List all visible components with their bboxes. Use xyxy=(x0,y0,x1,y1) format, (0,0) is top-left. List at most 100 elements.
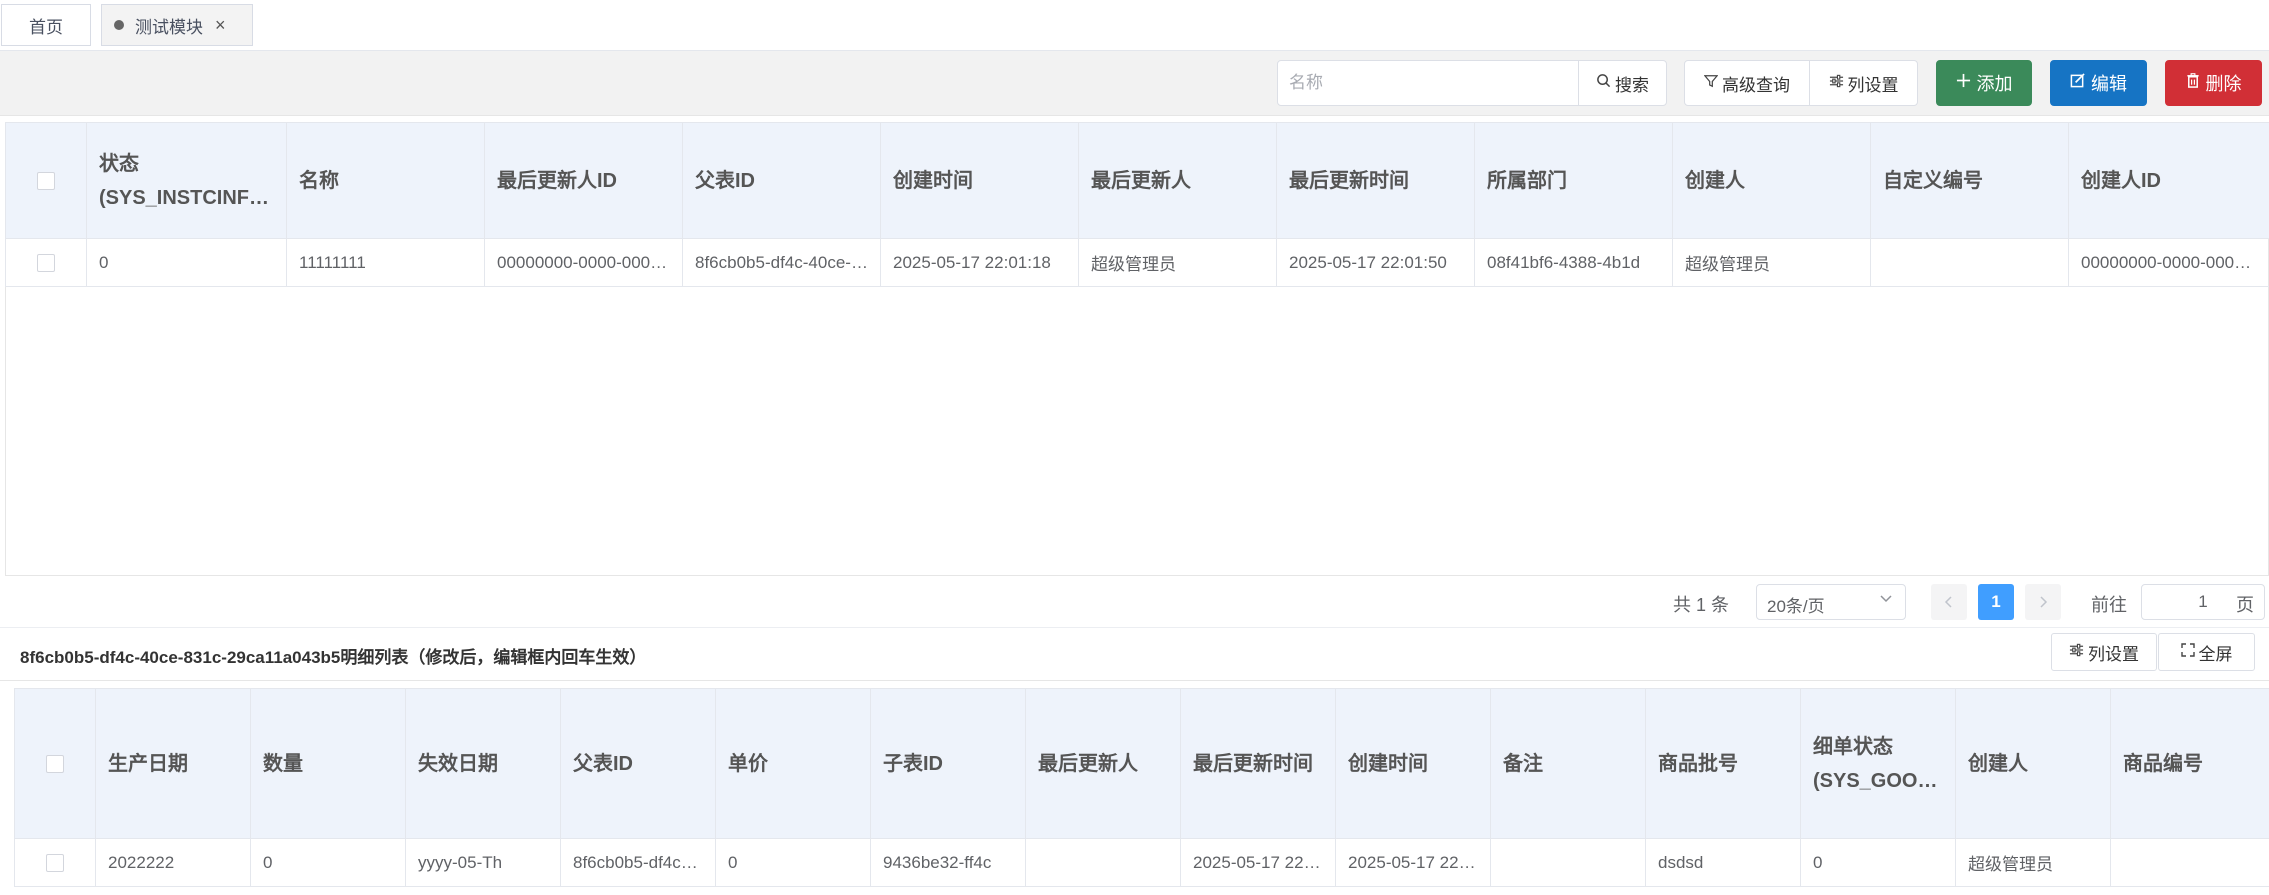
chevron-down-icon xyxy=(1879,591,1893,610)
detail-select-all-checkbox[interactable] xyxy=(46,755,64,774)
row-checkbox-cell[interactable] xyxy=(5,238,87,287)
edit-icon xyxy=(2070,73,2085,93)
page-number-button[interactable]: 1 xyxy=(1978,584,2014,620)
column-header[interactable]: 创建时间 xyxy=(1335,688,1491,839)
prev-page-button[interactable] xyxy=(1931,584,1967,620)
column-header[interactable]: 所属部门 xyxy=(1474,122,1673,239)
goto-label: 前往 xyxy=(2091,595,2127,615)
advanced-query-label: 高级查询 xyxy=(1722,75,1790,95)
table-cell[interactable]: dsdsd xyxy=(1645,838,1801,887)
table-cell[interactable]: 超级管理员 xyxy=(1955,838,2111,887)
column-header[interactable]: 子表ID xyxy=(870,688,1026,839)
column-header[interactable]: 自定义编号 xyxy=(1870,122,2069,239)
table-cell[interactable]: yyyy-05-Th xyxy=(405,838,561,887)
column-header[interactable]: 父表ID xyxy=(682,122,881,239)
column-header[interactable]: 最后更新时间 xyxy=(1180,688,1336,839)
close-icon[interactable]: × xyxy=(215,15,226,36)
row-checkbox[interactable] xyxy=(37,254,55,273)
fullscreen-label: 全屏 xyxy=(2198,644,2233,664)
table-cell[interactable]: 2022222 xyxy=(95,838,251,887)
edit-button-label: 编辑 xyxy=(2091,74,2127,94)
table-cell[interactable]: 0 xyxy=(715,838,871,887)
column-settings-button[interactable]: 列设置 xyxy=(1809,60,1918,106)
search-button[interactable]: 搜索 xyxy=(1578,60,1667,106)
column-header[interactable]: 商品编号 xyxy=(2110,688,2269,839)
tab-test-module-label: 测试模块 xyxy=(135,17,203,37)
delete-button[interactable]: 删除 xyxy=(2165,60,2262,106)
select-all-checkbox[interactable] xyxy=(37,172,55,191)
column-header[interactable]: 最后更新时间 xyxy=(1276,122,1475,239)
table-cell[interactable]: 0 xyxy=(250,838,406,887)
filter-icon xyxy=(1703,74,1719,93)
detail-table-header-row: 生产日期 数量 失效日期 父表ID 单价 子表ID 最后更新人 最后更新时间 创… xyxy=(14,688,2269,839)
table-row[interactable]: 0 11111111 00000000-0000-0000-0000-00000… xyxy=(5,238,2269,287)
table-cell: 超级管理员 xyxy=(1672,238,1871,287)
table-cell xyxy=(1870,238,2069,287)
detail-column-settings-button[interactable]: 列设置 xyxy=(2051,633,2157,671)
table-cell: 2025-05-17 22:01:18 xyxy=(880,238,1079,287)
delete-button-label: 删除 xyxy=(2205,74,2242,94)
column-header[interactable]: 最后更新人 xyxy=(1078,122,1277,239)
column-header[interactable]: 创建时间 xyxy=(880,122,1079,239)
column-header[interactable]: 单价 xyxy=(715,688,871,839)
plus-icon xyxy=(1956,73,1971,93)
table-cell[interactable]: 2025-05-17 22:01:18 xyxy=(1335,838,1491,887)
column-header[interactable]: 细单状态(SYS_GOODSARRIVESTATUS) xyxy=(1800,688,1956,839)
table-cell[interactable]: 9436be32-ff4c xyxy=(870,838,1026,887)
column-header[interactable]: 创建人 xyxy=(1672,122,1871,239)
tab-test-module[interactable]: 测试模块 × xyxy=(101,4,253,46)
fullscreen-button[interactable]: 全屏 xyxy=(2158,633,2255,671)
add-button-label: 添加 xyxy=(1976,74,2013,94)
table-cell: 00000000-0000-0000-0000-000000000000 xyxy=(2068,238,2269,287)
column-settings-label: 列设置 xyxy=(1847,75,1899,95)
main-table: 状态(SYS_INSTCINFORMSTATUS) 名称 最后更新人ID 父表I… xyxy=(5,122,2269,287)
column-header[interactable]: 数量 xyxy=(250,688,406,839)
table-cell: 08f41bf6-4388-4b1d xyxy=(1474,238,1673,287)
table-cell[interactable] xyxy=(1490,838,1646,887)
next-page-button[interactable] xyxy=(2025,584,2061,620)
column-header[interactable]: 创建人 xyxy=(1955,688,2111,839)
column-header[interactable]: 商品批号 xyxy=(1645,688,1801,839)
row-checkbox-cell[interactable] xyxy=(14,838,96,887)
table-cell[interactable] xyxy=(2110,838,2269,887)
advanced-query-button[interactable]: 高级查询 xyxy=(1684,60,1810,106)
table-cell[interactable]: 0 xyxy=(1800,838,1956,887)
add-button[interactable]: 添加 xyxy=(1936,60,2032,106)
column-header[interactable]: 状态(SYS_INSTCINFORMSTATUS) xyxy=(86,122,287,239)
detail-table: 生产日期 数量 失效日期 父表ID 单价 子表ID 最后更新人 最后更新时间 创… xyxy=(14,688,2269,887)
tab-home-label: 首页 xyxy=(29,17,63,37)
chevron-right-icon xyxy=(2037,592,2049,613)
table-cell: 超级管理员 xyxy=(1078,238,1277,287)
select-all-checkbox-cell[interactable] xyxy=(5,122,87,239)
table-cell[interactable]: 2025-05-17 22:01:50 xyxy=(1180,838,1336,887)
trash-icon xyxy=(2186,73,2200,93)
row-checkbox[interactable] xyxy=(46,854,64,873)
detail-title: 8f6cb0b5-df4c-40ce-831c-29ca11a043b5明细列表… xyxy=(20,648,647,667)
page-unit-label: 页 xyxy=(2236,595,2254,615)
column-header[interactable]: 最后更新人ID xyxy=(484,122,683,239)
sliders-icon xyxy=(1829,74,1844,93)
detail-select-all-checkbox-cell[interactable] xyxy=(14,688,96,839)
column-header[interactable]: 创建人ID xyxy=(2068,122,2269,239)
pagination: 共 1 条 20条/页 1 前往 页 xyxy=(0,578,2269,628)
table-cell[interactable]: 8f6cb0b5-df4c-40ce xyxy=(560,838,716,887)
column-header[interactable]: 最后更新人 xyxy=(1025,688,1181,839)
column-header[interactable]: 生产日期 xyxy=(95,688,251,839)
table-cell[interactable] xyxy=(1025,838,1181,887)
main-table-header-row: 状态(SYS_INSTCINFORMSTATUS) 名称 最后更新人ID 父表I… xyxy=(5,122,2269,239)
total-count: 共 1 条 xyxy=(1673,595,1730,615)
column-header[interactable]: 备注 xyxy=(1490,688,1646,839)
column-header[interactable]: 名称 xyxy=(286,122,485,239)
tab-bar: 首页 测试模块 × xyxy=(0,0,2269,51)
column-header[interactable]: 失效日期 xyxy=(405,688,561,839)
active-dot-icon xyxy=(114,20,124,30)
search-input[interactable] xyxy=(1277,60,1579,106)
table-cell: 8f6cb0b5-df4c-40ce-831c-29ca11a043b5 xyxy=(682,238,881,287)
page-size-select[interactable]: 20条/页 xyxy=(1756,584,1906,620)
detail-column-settings-label: 列设置 xyxy=(2088,644,2139,664)
toolbar: 搜索 高级查询 列设置 添加 编辑 删除 xyxy=(0,51,2269,116)
edit-button[interactable]: 编辑 xyxy=(2050,60,2147,106)
tab-home[interactable]: 首页 xyxy=(1,4,91,46)
table-row[interactable]: 2022222 0 yyyy-05-Th 8f6cb0b5-df4c-40ce … xyxy=(14,838,2269,887)
column-header[interactable]: 父表ID xyxy=(560,688,716,839)
